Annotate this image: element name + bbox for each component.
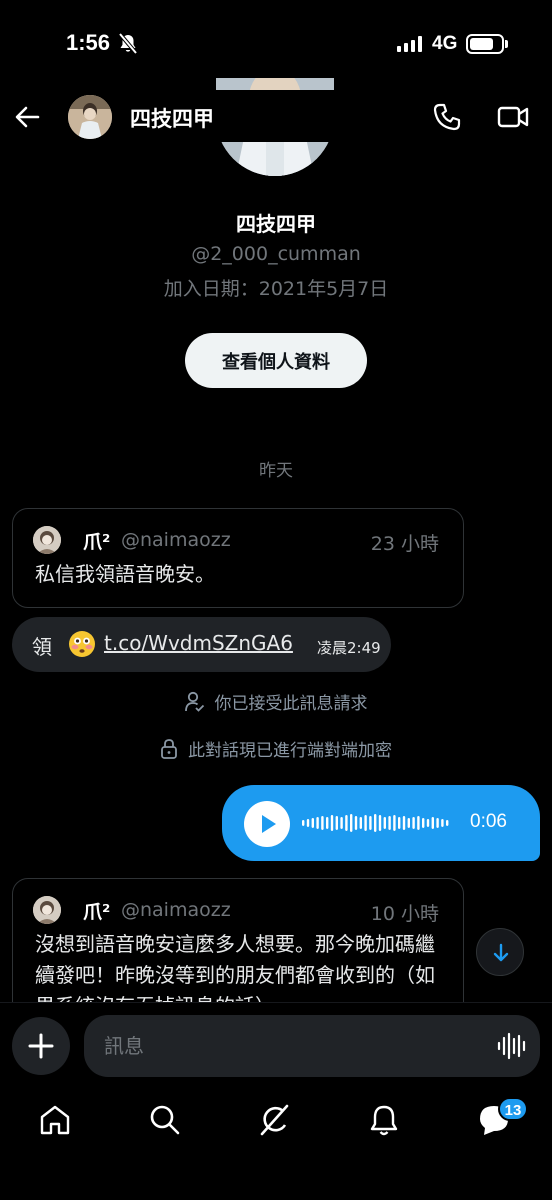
shared-post-card[interactable]: 爪² @naimaozz 23 小時 私信我領語音晚安。 xyxy=(12,508,464,608)
waveform-bar xyxy=(306,819,310,827)
header-avatar[interactable] xyxy=(68,95,112,139)
waveform-bar xyxy=(378,815,382,831)
voice-waveform[interactable] xyxy=(302,813,452,833)
play-button[interactable] xyxy=(244,801,290,847)
system-note-text: 你已接受此訊息請求 xyxy=(214,694,368,714)
system-note-accepted: 你已接受此訊息請求 xyxy=(0,689,552,714)
voice-duration: 0:06 xyxy=(470,811,507,832)
post-time: 23 小時 xyxy=(370,533,439,555)
waveform-bar xyxy=(407,818,410,828)
message-text: 領 xyxy=(32,635,52,659)
voice-message-bubble: 0:06 xyxy=(222,785,540,861)
network-label: 4G xyxy=(432,33,458,54)
post-author-handle: @naimaozz xyxy=(121,899,231,921)
header-name[interactable]: 四技四甲 xyxy=(130,103,214,133)
waveform-bar xyxy=(321,816,324,830)
waveform-bar xyxy=(398,817,401,829)
messages-badge: 13 xyxy=(498,1097,528,1121)
voice-waveform-icon[interactable] xyxy=(496,1031,526,1061)
post-author-handle: @naimaozz xyxy=(121,529,231,551)
waveform-bar xyxy=(393,815,396,831)
video-icon[interactable] xyxy=(497,102,529,132)
waveform-bar xyxy=(326,817,329,829)
waveform-bar xyxy=(369,816,372,830)
status-bar: 1:56 4G xyxy=(0,0,552,90)
flushed-face-emoji xyxy=(69,631,95,657)
waveform-bar xyxy=(354,816,358,830)
status-time: 1:56 xyxy=(66,30,111,55)
post-text: 沒想到語音晚安這麼多人想要。那今晚加碼繼續發吧！昨晚沒等到的朋友們都會收到的（如… xyxy=(35,932,435,1002)
person-check-icon xyxy=(184,691,204,712)
battery-cap xyxy=(505,40,508,48)
home-icon[interactable] xyxy=(37,1102,73,1138)
view-profile-button[interactable]: 查看個人資料 xyxy=(185,333,367,388)
waveform-bar xyxy=(446,820,449,826)
conversation-header: 四技四甲 xyxy=(0,90,552,142)
message-clip-area: 爪² @naimaozz 10 小時 沒想到語音晚安這麼多人想要。那今晚加碼繼續… xyxy=(0,876,552,1002)
message-link[interactable]: t.co/WvdmSZnGA6 xyxy=(104,631,293,655)
phone-icon[interactable] xyxy=(432,102,462,132)
waveform-bar xyxy=(402,816,406,830)
bell-off-icon xyxy=(118,33,138,55)
waveform-bar xyxy=(364,815,367,831)
plus-icon xyxy=(28,1033,54,1059)
post-author-avatar xyxy=(33,526,61,554)
bottom-tab-bar xyxy=(0,1088,552,1200)
system-note-text: 此對話現已進行端對端加密 xyxy=(188,741,392,761)
waveform-bar xyxy=(412,817,415,829)
message-input[interactable] xyxy=(84,1015,540,1077)
date-separator: 昨天 xyxy=(259,461,293,481)
scroll-to-bottom-button[interactable] xyxy=(476,928,524,976)
waveform-bar xyxy=(330,815,334,831)
waveform-bar xyxy=(383,817,386,829)
arrow-down-icon xyxy=(493,943,509,962)
message-composer xyxy=(0,1002,552,1088)
waveform-bar xyxy=(441,819,444,827)
waveform-bar xyxy=(335,816,338,830)
post-author-name: 爪² xyxy=(83,901,111,923)
waveform-bar xyxy=(431,817,434,829)
waveform-bar xyxy=(417,816,420,830)
message-bubble: 領 t.co/WvdmSZnGA6 凌晨2:49 xyxy=(12,617,391,672)
system-note-encrypted: 此對話現已進行端對端加密 xyxy=(0,736,552,761)
add-media-button[interactable] xyxy=(12,1017,70,1075)
battery-icon xyxy=(466,34,504,54)
waveform-bar xyxy=(426,819,430,827)
profile-joined-date: 加入日期：2021年5月7日 xyxy=(163,278,389,300)
profile-name: 四技四甲 xyxy=(236,212,316,236)
post-author-avatar xyxy=(33,896,61,924)
post-author-name: 爪² xyxy=(83,531,111,553)
lock-icon xyxy=(161,738,177,759)
waveform-bar xyxy=(345,815,348,831)
waveform-bar xyxy=(311,818,314,828)
search-icon[interactable] xyxy=(147,1102,183,1138)
profile-handle: @2_000_cumman xyxy=(191,243,361,265)
waveform-bar xyxy=(436,818,439,828)
back-arrow-icon[interactable] xyxy=(12,102,42,132)
message-time: 凌晨2:49 xyxy=(317,639,381,657)
waveform-bar xyxy=(422,818,425,828)
waveform-bar xyxy=(388,816,391,830)
post-time: 10 小時 xyxy=(370,903,439,925)
grok-icon[interactable] xyxy=(256,1102,292,1138)
waveform-bar xyxy=(316,817,319,829)
waveform-bar xyxy=(302,820,305,826)
post-text: 私信我領語音晚安。 xyxy=(35,562,215,586)
waveform-bar xyxy=(350,814,353,832)
waveform-bar xyxy=(359,817,362,829)
notifications-icon[interactable] xyxy=(366,1102,402,1138)
waveform-bar xyxy=(374,814,377,832)
waveform-bar xyxy=(340,817,343,829)
shared-post-card[interactable]: 爪² @naimaozz 10 小時 沒想到語音晚安這麼多人想要。那今晚加碼繼續… xyxy=(12,878,464,1002)
play-icon xyxy=(262,815,276,833)
signal-icon xyxy=(397,36,422,52)
